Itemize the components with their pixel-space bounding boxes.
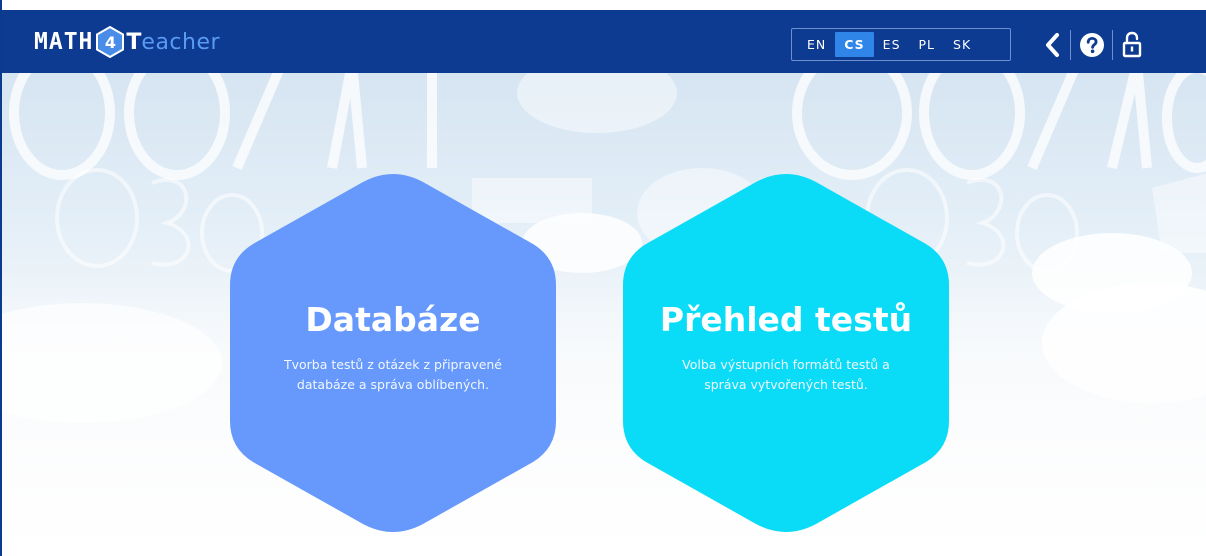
top-navigation-bar: MATH 4 T eacher EN CS ES PL SK xyxy=(2,0,1206,73)
app-window: MATH 4 T eacher EN CS ES PL SK Databáze … xyxy=(0,0,1206,556)
header-divider xyxy=(1070,30,1071,60)
logo-four-text: 4 xyxy=(104,32,116,52)
database-card-description: Tvorba testů z otázek z připravené datab… xyxy=(283,356,502,392)
lock-open-icon[interactable] xyxy=(1119,31,1145,58)
language-switcher: EN CS ES PL SK xyxy=(791,28,1011,61)
logo-eacher-text: eacher xyxy=(141,29,221,55)
number-pattern-background xyxy=(2,73,1206,556)
help-circle-icon[interactable] xyxy=(1079,32,1105,58)
test-overview-card-description: Volba výstupních formátů testů a správa … xyxy=(682,356,890,392)
logo-hexagon-badge: 4 xyxy=(96,26,125,58)
test-overview-card[interactable]: Přehled testů Volba výstupních formátů t… xyxy=(623,172,949,534)
lang-button-en[interactable]: EN xyxy=(798,32,835,57)
lang-button-pl[interactable]: PL xyxy=(910,32,945,57)
test-overview-card-title: Přehled testů xyxy=(659,299,913,339)
lang-button-es[interactable]: ES xyxy=(874,32,910,57)
hero-background xyxy=(2,73,1206,556)
logo[interactable]: MATH 4 T eacher xyxy=(34,22,220,62)
lang-button-cs[interactable]: CS xyxy=(835,32,874,57)
lang-button-sk[interactable]: SK xyxy=(944,32,980,57)
logo-t-text: T xyxy=(126,29,142,55)
header-divider xyxy=(1112,30,1113,60)
database-card-title: Databáze xyxy=(305,299,481,339)
chevron-left-icon[interactable] xyxy=(1040,32,1066,58)
database-card[interactable]: Databáze Tvorba testů z otázek z připrav… xyxy=(230,172,556,534)
logo-math-text: MATH xyxy=(34,29,94,55)
